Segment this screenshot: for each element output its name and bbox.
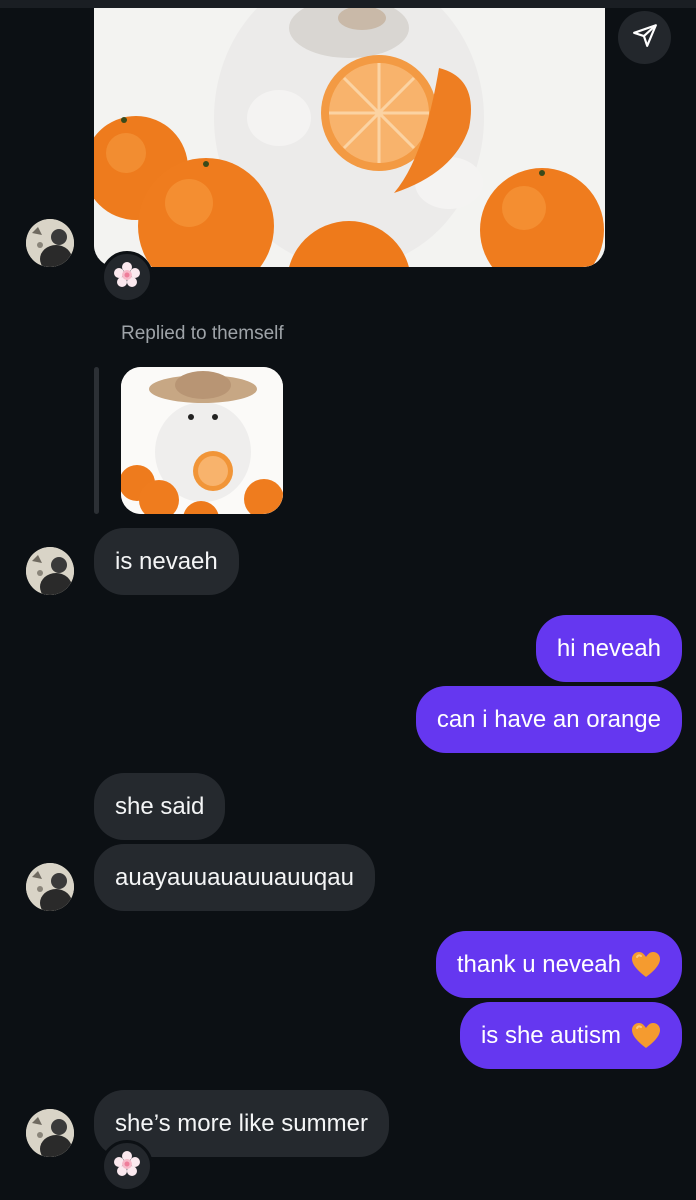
message-text: thank u neveah bbox=[456, 950, 621, 978]
message-text: is she autism bbox=[480, 1021, 621, 1049]
reply-context-label: Replied to themself bbox=[121, 323, 284, 344]
avatar[interactable] bbox=[26, 219, 74, 267]
shared-image[interactable] bbox=[94, 8, 605, 267]
replied-image-thumbnail[interactable] bbox=[121, 367, 283, 514]
avatar[interactable] bbox=[26, 547, 74, 595]
message-text: is nevaeh bbox=[115, 547, 218, 575]
message-text: hi neveah bbox=[556, 634, 661, 662]
status-bar-edge bbox=[0, 0, 696, 8]
flower-sticker-icon bbox=[114, 1150, 140, 1182]
avatar[interactable] bbox=[26, 1109, 74, 1157]
message-text: she said bbox=[115, 792, 205, 820]
message-text: she’s more like summer bbox=[115, 1109, 368, 1137]
orange-heart-icon bbox=[631, 1022, 661, 1050]
message-bubble-outgoing[interactable]: thank u neveah bbox=[435, 931, 682, 998]
message-bubble-outgoing[interactable]: hi neveah bbox=[535, 615, 682, 682]
orange-heart-icon bbox=[631, 951, 661, 979]
message-bubble-incoming[interactable]: is nevaeh bbox=[94, 528, 239, 595]
message-bubble-outgoing[interactable]: is she autism bbox=[459, 1002, 682, 1069]
message-bubble-incoming[interactable]: she said bbox=[94, 773, 226, 840]
reply-indicator-bar bbox=[94, 367, 99, 514]
share-button[interactable] bbox=[618, 11, 671, 64]
message-bubble-outgoing[interactable]: can i have an orange bbox=[415, 686, 682, 753]
reaction-badge[interactable] bbox=[101, 251, 153, 303]
send-icon bbox=[632, 22, 658, 53]
flower-sticker-icon bbox=[114, 261, 140, 293]
message-bubble-incoming[interactable]: auayauuauauuauuqau bbox=[94, 844, 375, 911]
reaction-badge[interactable] bbox=[101, 1140, 153, 1192]
message-text: can i have an orange bbox=[436, 705, 661, 733]
avatar[interactable] bbox=[26, 863, 74, 911]
message-text: auayauuauauuauuqau bbox=[115, 863, 354, 891]
